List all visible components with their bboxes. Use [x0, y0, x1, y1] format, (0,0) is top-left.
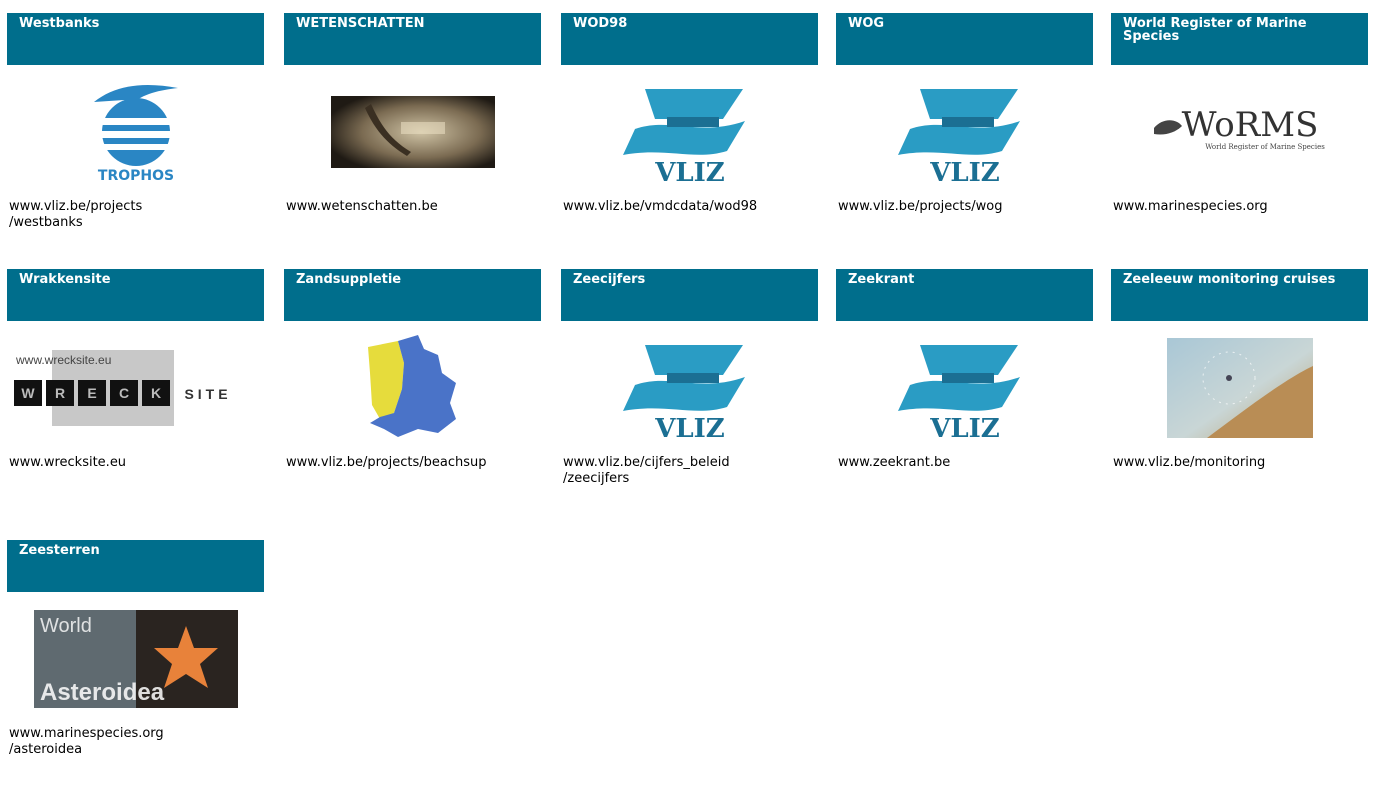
card-zeecijfers: Zeecijfers VLIZ www.vliz.be/cijfers_bele…	[561, 269, 818, 487]
card-title: Zeeleeuw monitoring cruises	[1111, 269, 1368, 321]
svg-text:W: W	[21, 385, 35, 401]
svg-text:World Register of Marine Speci: World Register of Marine Species	[1205, 143, 1325, 151]
card-westbanks: Westbanks TROPHOS www.vliz.be/projects/w…	[7, 13, 264, 231]
card-title: WOG	[836, 13, 1093, 65]
svg-text:E: E	[87, 385, 96, 401]
svg-text:VLIZ: VLIZ	[929, 158, 1000, 187]
card-wod98: WOD98 VLIZ www.vliz.be/vmdcdata/wod98	[561, 13, 818, 215]
card-worms: World Register of Marine Species WoRMS W…	[1111, 13, 1368, 215]
monitoring-logo[interactable]	[1111, 321, 1368, 455]
card-url[interactable]: www.vliz.be/cijfers_beleid/zeecijfers	[561, 455, 818, 487]
svg-text:Asteroidea: Asteroidea	[40, 679, 165, 706]
svg-text:R: R	[55, 385, 65, 401]
svg-text:VLIZ: VLIZ	[654, 158, 725, 187]
svg-text:WoRMS: WoRMS	[1181, 105, 1318, 145]
vliz-logo[interactable]: VLIZ	[836, 321, 1093, 455]
wetenschatten-logo[interactable]	[284, 65, 541, 199]
card-zandsuppletie: Zandsuppletie www.vliz.be/projects/beach…	[284, 269, 541, 471]
card-wrakkensite: Wrakkensite www.wrecksite.eu W R E C K S…	[7, 269, 264, 471]
card-url[interactable]: www.wetenschatten.be	[284, 199, 541, 215]
card-zeeleeuw: Zeeleeuw monitoring cruises www.vliz.be/…	[1111, 269, 1368, 471]
card-title: Zeesterren	[7, 540, 264, 592]
card-url[interactable]: www.zeekrant.be	[836, 455, 1093, 471]
card-title: Wrakkensite	[7, 269, 264, 321]
card-title: Zeecijfers	[561, 269, 818, 321]
card-title: WOD98	[561, 13, 818, 65]
asteroidea-logo[interactable]: World Asteroidea	[7, 592, 264, 726]
trophos-logo-text: TROPHOS	[97, 168, 173, 184]
card-url[interactable]: www.vliz.be/projects/beachsup	[284, 455, 541, 471]
card-url[interactable]: www.marinespecies.org/asteroidea	[7, 726, 264, 758]
card-title: World Register of Marine Species	[1111, 13, 1368, 65]
beachsup-map-logo[interactable]	[284, 321, 541, 455]
card-title: Westbanks	[7, 13, 264, 65]
card-zeesterren: Zeesterren World Asteroidea www.marinesp…	[7, 540, 264, 758]
wrecksite-logo[interactable]: www.wrecksite.eu W R E C K SITE	[7, 321, 264, 455]
card-wog: WOG VLIZ www.vliz.be/projects/wog	[836, 13, 1093, 215]
card-wetenschatten: WETENSCHATTEN www.wetenschatten.be	[284, 13, 541, 215]
svg-text:C: C	[119, 385, 129, 401]
card-zeekrant: Zeekrant VLIZ www.zeekrant.be	[836, 269, 1093, 471]
vliz-logo[interactable]: VLIZ	[836, 65, 1093, 199]
card-url[interactable]: www.vliz.be/monitoring	[1111, 455, 1368, 471]
svg-text:World: World	[40, 615, 92, 637]
svg-text:VLIZ: VLIZ	[654, 414, 725, 443]
card-url[interactable]: www.wrecksite.eu	[7, 455, 264, 471]
svg-text:www.wrecksite.eu: www.wrecksite.eu	[15, 353, 111, 367]
card-url[interactable]: www.vliz.be/projects/westbanks	[7, 199, 264, 231]
svg-text:K: K	[151, 385, 161, 401]
worms-logo[interactable]: WoRMS World Register of Marine Species	[1111, 65, 1368, 199]
card-title: Zeekrant	[836, 269, 1093, 321]
card-title: WETENSCHATTEN	[284, 13, 541, 65]
card-title: Zandsuppletie	[284, 269, 541, 321]
card-url[interactable]: www.vliz.be/vmdcdata/wod98	[561, 199, 818, 215]
vliz-logo[interactable]: VLIZ	[561, 321, 818, 455]
card-url[interactable]: www.vliz.be/projects/wog	[836, 199, 1093, 215]
svg-text:VLIZ: VLIZ	[929, 414, 1000, 443]
vliz-logo[interactable]: VLIZ	[561, 65, 818, 199]
svg-text:SITE: SITE	[184, 386, 231, 402]
card-url[interactable]: www.marinespecies.org	[1111, 199, 1368, 215]
trophos-logo[interactable]: TROPHOS	[7, 65, 264, 199]
